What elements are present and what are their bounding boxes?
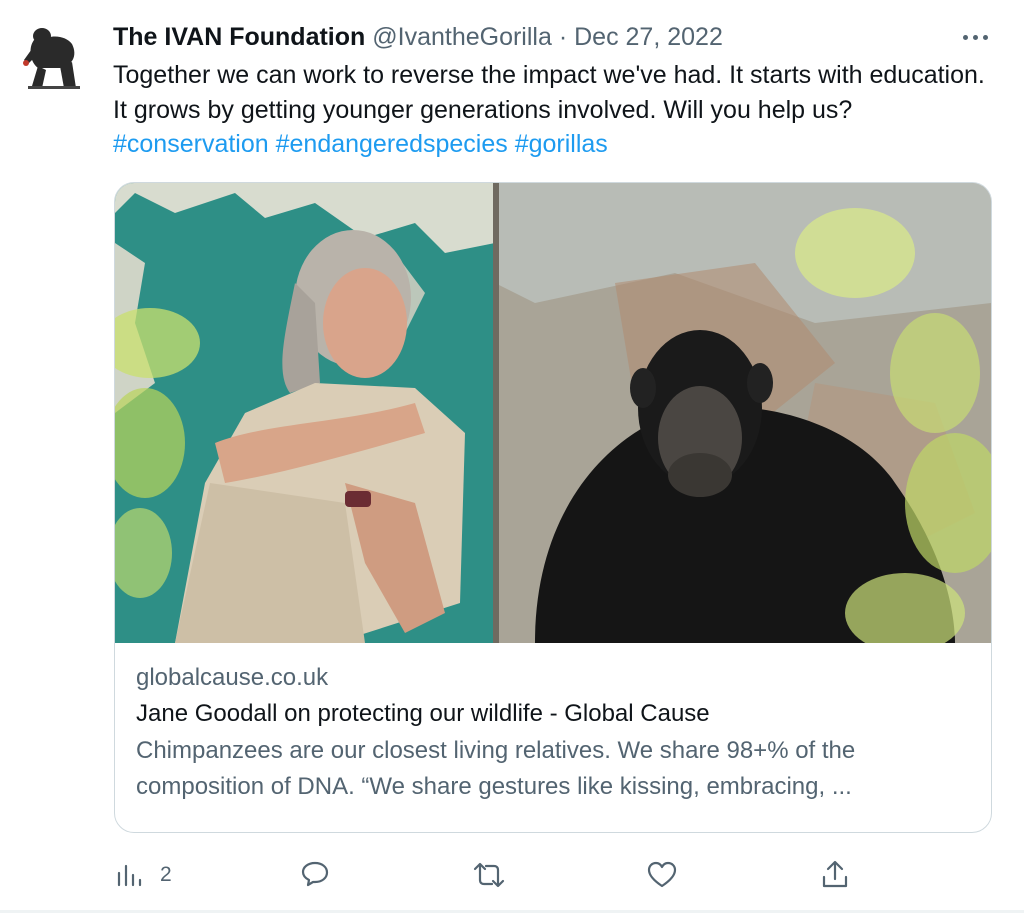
card-description-line-1: Chimpanzees are our closest living relat… [136, 737, 856, 764]
like-icon [647, 861, 677, 888]
views-count: 2 [160, 863, 172, 886]
analytics-icon [117, 864, 142, 887]
gorilla-logo-icon [23, 28, 80, 89]
card-description-line-2: composition of DNA. “We share gestures l… [136, 773, 852, 800]
tweet-text: Together we can work to reverse the impa… [113, 58, 993, 162]
tweet-body: Together we can work to reverse the impa… [113, 61, 985, 124]
retweet-icon [473, 862, 505, 888]
more-dot [983, 35, 988, 40]
more-options-button[interactable] [958, 22, 994, 52]
views-button[interactable]: 2 [116, 858, 172, 892]
card-domain: globalcause.co.uk [136, 664, 329, 691]
link-preview-card[interactable]: globalcause.co.uk Jane Goodall on protec… [114, 182, 992, 833]
tweet-actions: 2 [0, 850, 1024, 900]
author-name[interactable]: The IVAN Foundation [113, 23, 365, 51]
tweet-date[interactable]: Dec 27, 2022 [574, 23, 723, 51]
tweet: The IVAN Foundation @IvantheGorilla · De… [0, 0, 1024, 913]
share-icon [822, 860, 848, 888]
retweet-button[interactable] [472, 858, 506, 892]
reply-icon [301, 861, 329, 887]
separator-dot: · [558, 23, 568, 51]
more-dot [973, 35, 978, 40]
card-title: Jane Goodall on protecting our wildlife … [136, 700, 710, 727]
like-button[interactable] [647, 858, 677, 892]
card-image[interactable] [115, 183, 991, 643]
share-button[interactable] [821, 858, 849, 892]
hashtag-conservation[interactable]: #conservation [113, 130, 269, 158]
more-horizontal-icon [963, 35, 968, 40]
tweet-header: The IVAN Foundation @IvantheGorilla · De… [113, 20, 723, 54]
avatar[interactable] [20, 22, 82, 92]
reply-button[interactable] [300, 858, 330, 892]
hashtag-endangeredspecies[interactable]: #endangeredspecies [276, 130, 508, 158]
card-text: globalcause.co.uk Jane Goodall on protec… [136, 661, 976, 805]
hashtag-gorillas[interactable]: #gorillas [515, 130, 608, 158]
author-handle[interactable]: @IvantheGorilla [372, 23, 552, 51]
